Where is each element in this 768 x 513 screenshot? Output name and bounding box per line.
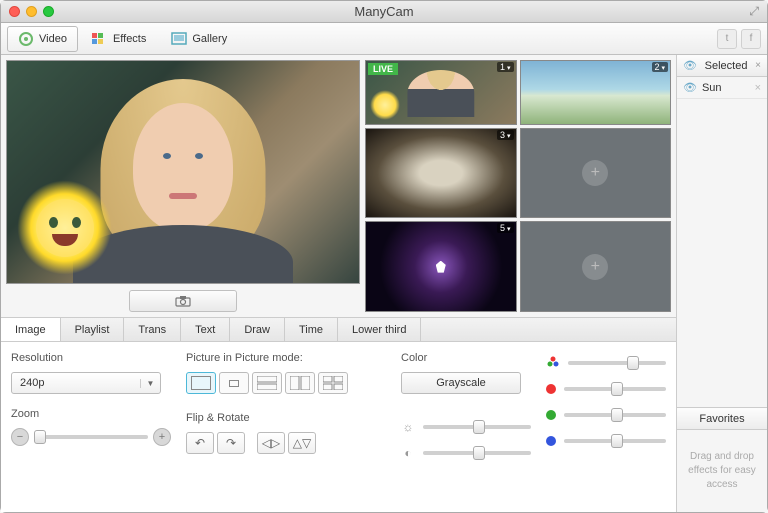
green-icon [546, 410, 556, 420]
main-video-preview[interactable] [6, 60, 360, 284]
fullscreen-icon[interactable]: ⤢ [749, 4, 759, 19]
source-thumb-6-empty[interactable]: + [520, 221, 672, 312]
red-icon [546, 384, 556, 394]
capture-button[interactable] [129, 290, 237, 312]
tab-gallery-label: Gallery [192, 33, 227, 45]
tab-draw[interactable]: Draw [230, 318, 285, 341]
tab-time[interactable]: Time [285, 318, 338, 341]
pip-option-small[interactable] [219, 372, 249, 394]
sun-effect-overlay [17, 180, 112, 275]
blue-slider[interactable] [564, 439, 666, 443]
tab-gallery[interactable]: Gallery [160, 26, 238, 52]
rgb-slider[interactable] [568, 361, 666, 365]
chevron-down-icon: ▼ [140, 379, 160, 388]
add-icon: + [582, 254, 608, 280]
flip-label: Flip & Rotate [186, 412, 386, 424]
effect-name: Sun [702, 82, 722, 94]
facebook-button[interactable]: f [741, 29, 761, 49]
favorites-label: Favorites [683, 413, 761, 425]
effect-item-sun[interactable]: 👁 Sun × [677, 77, 767, 99]
rgb-icon [546, 356, 560, 371]
source-thumb-5[interactable]: 5 [365, 221, 517, 312]
control-tabs: Image Playlist Trans Text Draw Time Lowe… [1, 317, 676, 342]
close-icon[interactable]: × [755, 60, 761, 71]
tab-image[interactable]: Image [1, 318, 61, 341]
source-thumb-2[interactable]: 2 [520, 60, 672, 125]
tab-lower-third[interactable]: Lower third [338, 318, 421, 341]
brightness-icon: ☼ [401, 420, 415, 434]
resolution-label: Resolution [11, 352, 171, 364]
thumb-number[interactable]: 5 [497, 223, 513, 233]
window-title: ManyCam [1, 4, 767, 19]
tab-effects-label: Effects [113, 33, 146, 45]
eye-icon[interactable]: 👁 [683, 81, 697, 94]
source-thumb-1[interactable]: LIVE 1 [365, 60, 517, 125]
effects-icon [92, 31, 108, 47]
flip-vertical-button[interactable]: △▽ [288, 432, 316, 454]
pip-option-cols[interactable] [285, 372, 315, 394]
zoom-slider[interactable] [34, 435, 148, 439]
eye-icon[interactable]: 👁 [683, 59, 697, 72]
tab-video[interactable]: Video [7, 26, 78, 52]
add-icon: + [582, 160, 608, 186]
tab-trans[interactable]: Trans [124, 318, 181, 341]
tab-video-label: Video [39, 33, 67, 45]
video-icon [18, 31, 34, 47]
zoom-out-button[interactable]: − [11, 428, 29, 446]
live-badge: LIVE [368, 63, 398, 75]
resolution-select[interactable]: 240p ▼ [11, 372, 161, 394]
contrast-slider[interactable] [423, 451, 531, 455]
pip-label: Picture in Picture mode: [186, 352, 386, 364]
thumb-number[interactable]: 2 [652, 62, 668, 72]
contrast-icon: ◐ [401, 446, 415, 460]
grayscale-button[interactable]: Grayscale [401, 372, 521, 394]
twitter-button[interactable]: t [717, 29, 737, 49]
remove-icon[interactable]: × [755, 82, 761, 94]
tab-effects[interactable]: Effects [81, 26, 157, 52]
thumb-number[interactable]: 3 [497, 130, 513, 140]
thumb-number[interactable]: 1 [497, 62, 513, 72]
rotate-right-button[interactable]: ↷ [217, 432, 245, 454]
gallery-icon [171, 31, 187, 47]
green-slider[interactable] [564, 413, 666, 417]
blue-icon [546, 436, 556, 446]
tab-playlist[interactable]: Playlist [61, 318, 125, 341]
red-slider[interactable] [564, 387, 666, 391]
selected-label: Selected [702, 60, 750, 72]
favorites-panel-header[interactable]: Favorites [677, 408, 767, 430]
color-label: Color [401, 352, 531, 364]
flip-horizontal-button[interactable]: ◁▷ [257, 432, 285, 454]
main-toolbar: Video Effects Gallery t f [1, 23, 767, 55]
pip-option-rows[interactable] [252, 372, 282, 394]
titlebar: ManyCam ⤢ [1, 1, 767, 23]
tab-text[interactable]: Text [181, 318, 230, 341]
selected-panel-header: 👁 Selected × [677, 55, 767, 77]
zoom-in-button[interactable]: + [153, 428, 171, 446]
source-thumb-3[interactable]: 3 [365, 128, 517, 219]
favorites-hint: Drag and drop effects for easy access [677, 430, 767, 512]
rotate-left-button[interactable]: ↶ [186, 432, 214, 454]
pip-option-grid[interactable] [318, 372, 348, 394]
brightness-slider[interactable] [423, 425, 531, 429]
pip-option-full[interactable] [186, 372, 216, 394]
camera-icon [175, 295, 191, 307]
resolution-value: 240p [12, 377, 140, 389]
source-thumb-4-empty[interactable]: + [520, 128, 672, 219]
zoom-label: Zoom [11, 408, 171, 420]
